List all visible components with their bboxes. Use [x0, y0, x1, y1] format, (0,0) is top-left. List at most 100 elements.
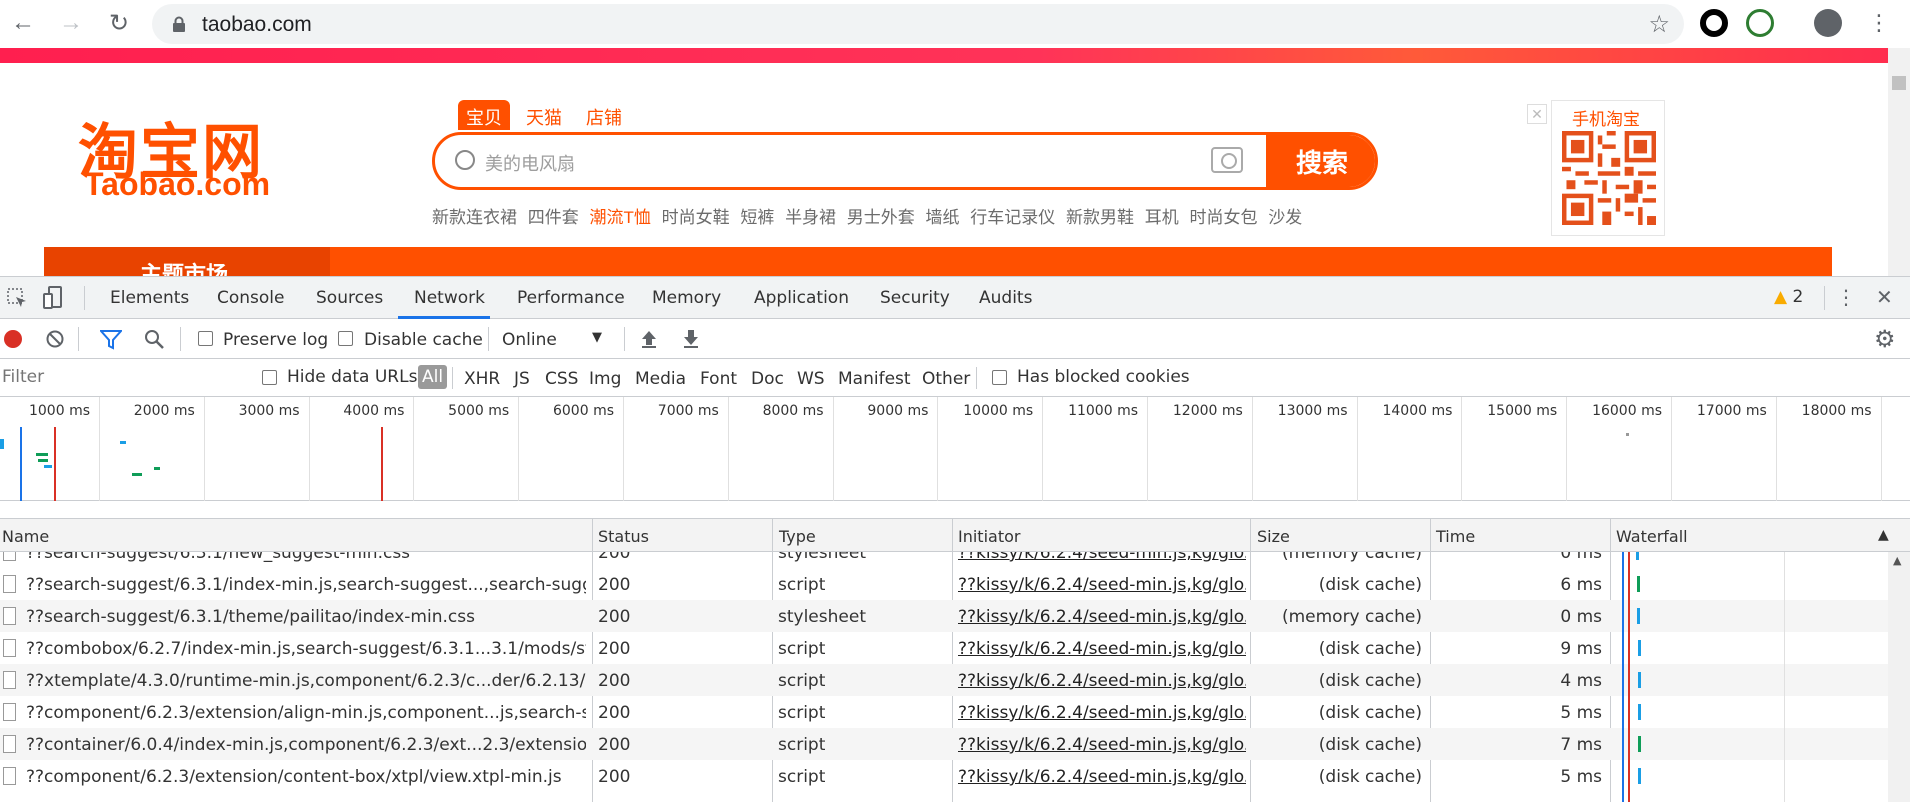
- nav-link[interactable]: 苏宁易购: [1424, 63, 1512, 88]
- clear-icon[interactable]: [46, 330, 64, 348]
- hot-word[interactable]: 行车记录仪: [970, 208, 1055, 227]
- nav-link[interactable]: 智能生活: [1308, 63, 1396, 88]
- filter-type-img[interactable]: Img: [589, 369, 621, 389]
- nav-link[interactable]: 天猫超市: [470, 63, 558, 88]
- filter-type-xhr[interactable]: XHR: [464, 369, 500, 389]
- col-waterfall[interactable]: Waterfall: [1616, 527, 1688, 546]
- table-row[interactable]: ??xtemplate/4.3.0/runtime-min.js,compone…: [0, 664, 1888, 696]
- page-scrollbar-thumb[interactable]: [1892, 76, 1906, 90]
- nav-link[interactable]: 飞猪旅行: [1192, 63, 1280, 88]
- tab-console[interactable]: Console: [217, 288, 285, 308]
- page-scrollbar[interactable]: [1888, 48, 1910, 276]
- close-devtools-icon[interactable]: ✕: [1876, 285, 1893, 309]
- table-row[interactable]: ??component/6.2.3/extension/align-min.js…: [0, 696, 1888, 728]
- theme-market[interactable]: 主题市场: [44, 247, 330, 276]
- back-icon[interactable]: ←: [6, 6, 40, 40]
- request-initiator[interactable]: ??kissy/k/6.2.4/seed-min.js,kg/glo...: [958, 767, 1246, 787]
- request-initiator[interactable]: ??kissy/k/6.2.4/seed-min.js,kg/glo...: [958, 735, 1246, 755]
- nav-link[interactable]: 聚划算: [376, 63, 442, 88]
- nav-link[interactable]: 淘抢购: [621, 63, 687, 88]
- filter-type-ws[interactable]: WS: [797, 369, 825, 389]
- sort-ascending-icon[interactable]: ▲: [1878, 527, 1889, 543]
- tab-elements[interactable]: Elements: [110, 288, 189, 308]
- profile-avatar-icon[interactable]: [1814, 9, 1842, 37]
- hot-word[interactable]: 时尚女鞋: [662, 208, 730, 227]
- filter-type-font[interactable]: Font: [700, 369, 737, 389]
- table-row[interactable]: ??container/6.0.4/index-min.js,component…: [0, 728, 1888, 760]
- filter-type-css[interactable]: CSS: [545, 369, 578, 389]
- request-initiator[interactable]: ??kissy/k/6.2.4/seed-min.js,kg/glo...: [958, 639, 1246, 659]
- request-initiator[interactable]: ??kissy/k/6.2.4/seed-min.js,kg/glo...: [958, 703, 1246, 723]
- search-tab-baobei[interactable]: 宝贝: [458, 100, 510, 130]
- hot-word[interactable]: 沙发: [1268, 208, 1302, 227]
- table-row[interactable]: ??search-suggest/6.3.1/index-min.js,sear…: [0, 568, 1888, 600]
- hot-word[interactable]: 短裤: [740, 208, 774, 227]
- preserve-log-checkbox[interactable]: [198, 331, 213, 346]
- filter-input[interactable]: [0, 364, 240, 390]
- col-name[interactable]: Name: [2, 527, 49, 546]
- col-type[interactable]: Type: [779, 527, 816, 546]
- search-input[interactable]: 美的电风扇: [485, 150, 575, 176]
- export-har-icon[interactable]: [682, 329, 700, 349]
- scroll-up-icon[interactable]: ▲: [1893, 554, 1901, 567]
- search-tab-shop[interactable]: 店铺: [578, 100, 630, 130]
- hot-word[interactable]: 墙纸: [926, 208, 960, 227]
- request-initiator[interactable]: ??kissy/k/6.2.4/seed-min.js,kg/glo...: [958, 607, 1246, 627]
- device-toolbar-icon[interactable]: [42, 285, 66, 311]
- address-bar[interactable]: taobao.com ☆: [152, 4, 1684, 44]
- tab-audits[interactable]: Audits: [979, 288, 1032, 308]
- hot-word[interactable]: 新款男鞋: [1066, 208, 1134, 227]
- hot-word[interactable]: 耳机: [1145, 208, 1179, 227]
- tab-application[interactable]: Application: [754, 288, 849, 308]
- filter-type-other[interactable]: Other: [922, 369, 970, 389]
- request-initiator[interactable]: ??kissy/k/6.2.4/seed-min.js,kg/glo...: [958, 671, 1246, 691]
- close-icon[interactable]: ✕: [1527, 104, 1547, 124]
- hot-word[interactable]: 四件套: [528, 208, 579, 227]
- tab-sources[interactable]: Sources: [316, 288, 383, 308]
- nav-link[interactable]: 天猫: [304, 63, 348, 88]
- nav-link[interactable]: 司法拍卖: [809, 63, 897, 88]
- hide-data-urls-checkbox[interactable]: [262, 370, 277, 385]
- col-initiator[interactable]: Initiator: [958, 527, 1020, 546]
- nav-link[interactable]: 淘宝心选: [925, 63, 1013, 88]
- blocked-cookies-checkbox[interactable]: [992, 370, 1007, 385]
- search-tab-tmall[interactable]: 天猫: [518, 100, 570, 130]
- menu-dots-icon[interactable]: ⋮: [1862, 6, 1896, 40]
- inspect-element-icon[interactable]: [6, 287, 28, 309]
- extension-leaf-icon[interactable]: [1746, 9, 1774, 37]
- request-initiator[interactable]: ??kissy/k/6.2.4/seed-min.js,kg/glo...: [958, 575, 1246, 595]
- col-status[interactable]: Status: [598, 527, 649, 546]
- throttle-select[interactable]: Online: [502, 330, 557, 350]
- filter-type-doc[interactable]: Doc: [751, 369, 784, 389]
- record-icon[interactable]: [4, 330, 22, 348]
- col-time[interactable]: Time: [1436, 527, 1475, 546]
- nav-link[interactable]: 兴农脱贫: [1041, 63, 1129, 88]
- camera-icon[interactable]: [1211, 147, 1243, 173]
- table-row[interactable]: ??combobox/6.2.7/index-min.js,search-sug…: [0, 632, 1888, 664]
- forward-icon[interactable]: →: [54, 6, 88, 40]
- col-size[interactable]: Size: [1257, 527, 1290, 546]
- hot-word[interactable]: 新款连衣裙: [432, 208, 517, 227]
- import-har-icon[interactable]: [640, 329, 658, 349]
- hot-word[interactable]: 时尚女包: [1189, 208, 1257, 227]
- chevron-down-icon[interactable]: ▼: [592, 330, 602, 345]
- tab-security[interactable]: Security: [880, 288, 950, 308]
- request-initiator[interactable]: ??kissy/k/6.2.4/seed-min.js,kg/glo...: [958, 552, 1246, 563]
- filter-type-js[interactable]: JS: [514, 369, 530, 389]
- extension-icon[interactable]: [1700, 9, 1728, 37]
- hot-word-highlight[interactable]: 潮流T恤: [589, 208, 650, 227]
- disable-cache-checkbox[interactable]: [338, 331, 353, 346]
- filter-icon[interactable]: [100, 330, 122, 350]
- taobao-logo-en[interactable]: Taobao.com: [84, 166, 270, 203]
- nav-link[interactable]: 电器城: [715, 63, 781, 88]
- table-row[interactable]: ??search-suggest/6.3.1/new_suggest-min.c…: [0, 552, 1888, 568]
- reload-icon[interactable]: ↻: [102, 6, 136, 40]
- devtools-menu-icon[interactable]: ⋮: [1836, 285, 1856, 309]
- hot-word[interactable]: 半身裙: [785, 208, 836, 227]
- search-icon[interactable]: [144, 329, 164, 349]
- tab-network[interactable]: Network: [414, 288, 485, 308]
- table-scrollbar[interactable]: ▲: [1888, 552, 1910, 802]
- search-box[interactable]: 美的电风扇 搜索: [432, 132, 1378, 190]
- table-row[interactable]: ??component/6.2.3/extension/content-box/…: [0, 760, 1888, 792]
- tab-memory[interactable]: Memory: [652, 288, 721, 308]
